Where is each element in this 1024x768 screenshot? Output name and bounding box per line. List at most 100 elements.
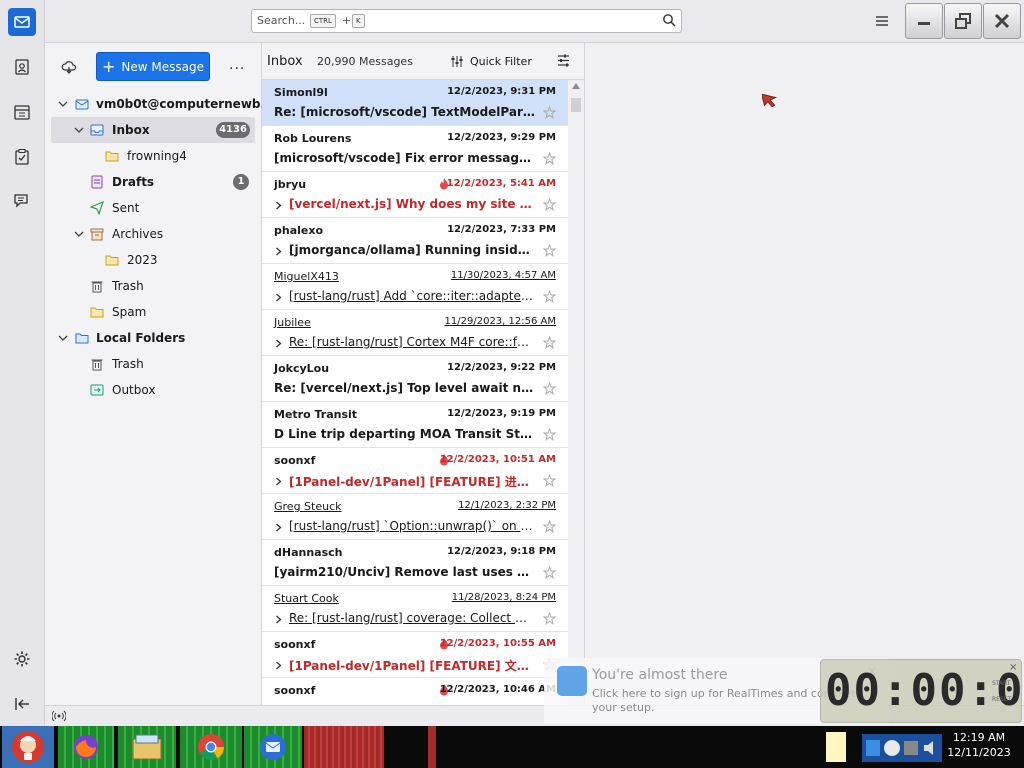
message-row[interactable]: phalexo 12/2/2023, 7:33 PM [jmorganca/olla… (262, 218, 568, 264)
thread-expand-chevron-icon[interactable] (274, 477, 283, 486)
system-tray-icons[interactable] (862, 734, 942, 762)
star-icon[interactable] (543, 106, 556, 119)
message-row[interactable]: Simonl9l 12/2/2023, 9:31 PM Re: [microsoft… (262, 80, 568, 126)
calendar-icon[interactable] (8, 98, 36, 126)
message-row[interactable]: MiguelX413 11/30/2023, 4:57 AM [rust-lang/… (262, 264, 568, 310)
message-subject: D Line trip departing MOA Transit Stati.… (274, 427, 536, 441)
settings-gear-icon[interactable] (13, 650, 31, 668)
thread-pane-header: Inbox 20,990 Messages Quick Filter (262, 43, 584, 80)
star-icon[interactable] (543, 428, 556, 441)
chat-icon[interactable] (8, 187, 36, 215)
stopwatch-start-button[interactable]: START (992, 680, 1011, 687)
star-icon[interactable] (543, 290, 556, 303)
quick-filter-icon[interactable] (450, 55, 463, 68)
collapse-spaces-icon[interactable] (13, 695, 31, 713)
display-options-icon[interactable] (556, 53, 571, 68)
folder-label: Archives (112, 227, 164, 241)
folder-label: Spam (112, 305, 147, 319)
search-icon[interactable] (662, 13, 676, 27)
star-icon[interactable] (543, 566, 556, 579)
thread-expand-chevron-icon[interactable] (274, 661, 283, 670)
taskbar-file-manager[interactable] (118, 726, 176, 768)
folder-spam[interactable]: Spam (51, 299, 255, 325)
message-row[interactable]: dHannasch 12/2/2023, 9:18 PM [yairm210/Unc… (262, 540, 568, 586)
new-message-button[interactable]: + New Message (96, 52, 210, 81)
mail-space-icon[interactable] (8, 8, 36, 36)
star-icon[interactable] (543, 244, 556, 257)
minimize-button[interactable] (905, 3, 943, 39)
stopwatch-reset-button[interactable]: RESET (992, 696, 1011, 703)
message-row[interactable]: soonxf 12/2/2023, 10:51 AM [1Panel-dev/1Pa… (262, 448, 568, 494)
message-date: 12/2/2023, 5:41 AM (446, 178, 556, 189)
quick-filter-button[interactable]: Quick Filter (470, 55, 532, 68)
folder-trash[interactable]: Trash (51, 273, 255, 299)
folder-local-folders[interactable]: Local Folders (51, 325, 255, 351)
message-row[interactable]: Greg Steuck 12/1/2023, 2:32 PM [rust-lang/… (262, 494, 568, 540)
thread-expand-chevron-icon[interactable] (274, 247, 283, 256)
chevron-down-icon[interactable] (57, 332, 69, 344)
thread-expand-chevron-icon[interactable] (274, 615, 283, 624)
folder-frowning4[interactable]: frowning4 (51, 143, 255, 169)
message-row[interactable]: soonxf 12/2/2023, 10:55 AM [1Panel-dev/1Pa… (262, 632, 568, 678)
tasks-icon[interactable] (8, 143, 36, 171)
taskbar-chrome[interactable] (180, 726, 242, 768)
scrollbar-thumb[interactable] (571, 98, 581, 112)
mail-account-icon (75, 99, 89, 110)
taskbar-firefox[interactable] (58, 726, 114, 768)
message-row[interactable]: Stuart Cook 11/28/2023, 8:24 PM Re: [rust-… (262, 586, 568, 632)
thread-expand-chevron-icon[interactable] (274, 293, 283, 302)
taskbar-thunderbird[interactable] (244, 726, 302, 768)
star-icon[interactable] (543, 152, 556, 165)
folder-outbox[interactable]: Outbox (51, 377, 255, 403)
star-icon[interactable] (543, 336, 556, 349)
folder-icon (105, 151, 119, 162)
stopwatch-close-button[interactable]: × (1009, 662, 1017, 673)
message-row[interactable]: JokcyLou 12/2/2023, 9:22 PM Re: [vercel/ne… (262, 356, 568, 402)
message-row[interactable]: Jubilee 11/29/2023, 12:56 AM Re: [rust-lan… (262, 310, 568, 356)
kbd-plus: + (342, 14, 352, 27)
start-button[interactable] (2, 726, 54, 768)
folder-label: frowning4 (127, 149, 187, 163)
message-row[interactable]: Metro Transit 12/2/2023, 9:19 PM D Line tr… (262, 402, 568, 448)
thread-expand-chevron-icon[interactable] (274, 523, 283, 532)
folder-drafts[interactable]: Drafts 1 (51, 169, 255, 195)
message-date: 12/2/2023, 10:51 AM (439, 454, 556, 465)
message-row[interactable]: Rob Lourens 12/2/2023, 9:29 PM [microsoft/… (262, 126, 568, 172)
message-subject: [1Panel-dev/1Panel] [FEATURE] 文件管理... (289, 659, 534, 673)
folder-account[interactable]: vm0b0t@computernewb... (51, 91, 274, 117)
tray-clock[interactable]: 12:19 AM 12/11/2023 (944, 730, 1014, 760)
chevron-down-icon[interactable] (73, 124, 85, 136)
taskbar-window-item[interactable] (304, 726, 384, 768)
folder-sent[interactable]: Sent (51, 195, 255, 221)
tray-icons-icon (866, 740, 933, 756)
folder-local-trash[interactable]: Trash (51, 351, 255, 377)
star-icon[interactable] (543, 474, 556, 487)
star-icon[interactable] (543, 198, 556, 211)
thread-scrollbar[interactable] (568, 80, 584, 705)
message-sender: Metro Transit (274, 408, 358, 421)
folder-archives[interactable]: Archives (51, 221, 255, 247)
star-icon[interactable] (543, 612, 556, 625)
message-row[interactable]: soonxf 12/2/2023, 10:46 AM (262, 678, 568, 705)
get-messages-icon[interactable] (61, 59, 77, 75)
thread-expand-chevron-icon[interactable] (274, 201, 283, 210)
folder-2023[interactable]: 2023 (51, 247, 255, 273)
chevron-down-icon[interactable] (73, 228, 85, 240)
close-window-button[interactable] (983, 3, 1021, 39)
address-book-icon[interactable] (8, 53, 36, 81)
folder-inbox[interactable]: Inbox 4136 (51, 117, 255, 143)
app-menu-icon[interactable] (873, 12, 891, 30)
more-options-button[interactable]: ... (229, 57, 245, 73)
activity-signal-icon[interactable] (52, 710, 66, 722)
thread-expand-chevron-icon[interactable] (274, 339, 283, 348)
restore-button[interactable] (944, 3, 982, 39)
drafts-icon (91, 175, 103, 189)
message-row[interactable]: jbryu 12/2/2023, 5:41 AM [vercel/next.js] … (262, 172, 568, 218)
chevron-down-icon[interactable] (57, 98, 69, 110)
star-icon[interactable] (543, 520, 556, 533)
star-icon[interactable] (543, 382, 556, 395)
tray-note-icon[interactable] (826, 732, 846, 762)
scroll-up-arrow-icon[interactable] (572, 83, 580, 89)
search-input[interactable]: Search... CTRL + K (251, 9, 682, 33)
taskbar-window-edge[interactable] (428, 726, 436, 768)
